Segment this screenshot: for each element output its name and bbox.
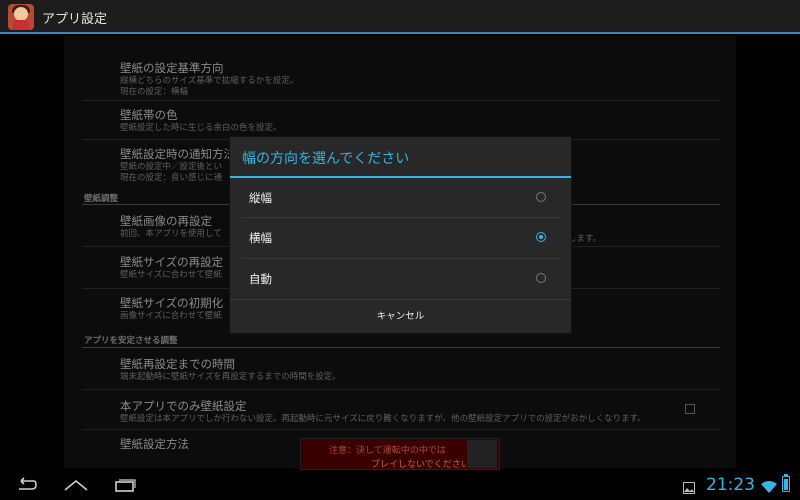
app-logo-icon[interactable] — [8, 4, 34, 30]
setting-title: 壁紙の設定基準方向 — [120, 61, 224, 75]
option-auto[interactable]: 自動 — [230, 259, 571, 299]
option-horizontal[interactable]: 横幅 — [230, 218, 571, 258]
system-nav-bar: 21:23 — [0, 470, 800, 500]
wifi-icon — [761, 478, 777, 497]
divider — [82, 389, 720, 390]
battery-icon — [782, 474, 790, 492]
ad-text-line2: プレイしないでください — [371, 460, 470, 470]
setting-title: 壁紙帯の色 — [120, 108, 178, 122]
radio-unselected-icon[interactable] — [536, 273, 546, 283]
only-this-app-checkbox[interactable] — [685, 404, 695, 414]
radio-selected-icon[interactable] — [536, 232, 546, 242]
radio-unselected-icon[interactable] — [536, 192, 546, 202]
clock-time: 21:23 — [706, 475, 755, 495]
setting-summary: 壁紙設定は本アプリでしか行わない設定。再起動時に元サイズに戻り難くなりますが、他… — [120, 414, 646, 424]
action-bar-title: アプリ設定 — [42, 12, 108, 27]
ad-text-line1: 注意：決して運転中の中では — [329, 446, 446, 456]
category-divider — [82, 347, 720, 348]
option-label: 自動 — [249, 272, 272, 286]
setting-wallpaper-base-direction[interactable]: 壁紙の設定基準方向 縦横どちらのサイズ基準で拡縮するかを設定。 現在の設定：横幅 — [120, 60, 720, 98]
category-header: 壁紙調整 — [84, 194, 119, 204]
direction-dialog: 幅の方向を選んでください 縦幅 横幅 自動 キャンセル — [230, 137, 571, 333]
recent-apps-icon[interactable] — [114, 476, 138, 494]
ad-banner[interactable]: 注意：決して運転中の中では プレイしないでください — [300, 438, 500, 470]
setting-band-color[interactable]: 壁紙帯の色 壁紙設定した時に生じる余白の色を設定。 — [120, 107, 720, 134]
home-icon[interactable] — [63, 476, 89, 494]
setting-summary: 現在の設定：横幅 — [120, 87, 189, 97]
gallery-notification-icon[interactable] — [683, 479, 695, 498]
back-icon[interactable] — [14, 476, 38, 494]
setting-summary: 端末起動時に壁紙サイズを再設定するまでの時間を設定。 — [120, 372, 341, 382]
setting-summary: 壁紙設定した時に生じる余白の色を設定。 — [120, 123, 282, 133]
divider — [82, 429, 720, 430]
setting-title: 壁紙再設定までの時間 — [120, 357, 235, 371]
option-vertical[interactable]: 縦幅 — [230, 178, 571, 218]
category-header: アプリを安定させる調整 — [84, 336, 178, 346]
setting-summary-tail: します。 — [568, 234, 602, 244]
option-label: 縦幅 — [249, 191, 272, 205]
action-bar: アプリ設定 — [0, 0, 800, 34]
setting-summary: 縦横どちらのサイズ基準で拡縮するかを設定。 — [120, 76, 299, 86]
setting-only-this-app[interactable]: 本アプリでのみ壁紙設定 壁紙設定は本アプリでしか行わない設定。再起動時に元サイズ… — [120, 398, 680, 425]
divider — [82, 100, 720, 101]
setting-reset-time[interactable]: 壁紙再設定までの時間 端末起動時に壁紙サイズを再設定するまでの時間を設定。 — [120, 356, 720, 383]
dialog-title: 幅の方向を選んでください — [242, 151, 410, 167]
cancel-button[interactable]: キャンセル — [230, 300, 571, 333]
setting-title: 本アプリでのみ壁紙設定 — [120, 399, 247, 413]
ad-side-image — [467, 440, 497, 468]
option-label: 横幅 — [249, 231, 272, 245]
